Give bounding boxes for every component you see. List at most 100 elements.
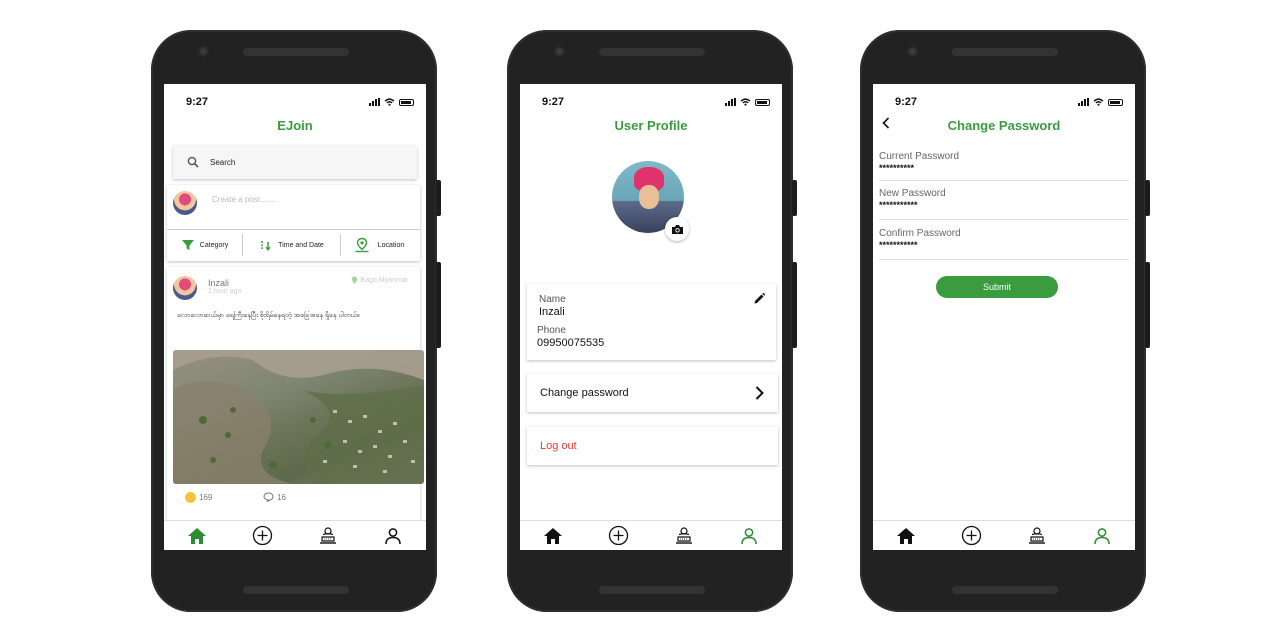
change-password-row[interactable]: Change password [527, 374, 778, 412]
logout-row[interactable]: Log out [527, 427, 778, 465]
search-bar[interactable]: Search [173, 146, 417, 179]
comment-icon [263, 492, 274, 502]
author-avatar [173, 276, 197, 300]
phone-label: Phone [537, 325, 566, 336]
profile-screen: 9:27 User Profile Name Inzali Phone 0995 [520, 84, 782, 550]
filter-time-date[interactable]: Time and Date [243, 234, 341, 256]
current-password-field[interactable]: Current Password ********** [879, 151, 1129, 181]
wifi-icon [1093, 98, 1104, 106]
create-post-input[interactable]: Create a post....... [212, 195, 276, 204]
signal-icon [1078, 98, 1089, 106]
post-text: လောလောဆယ်မှာ ရေကြီးနေပြီး စိုးရိမ်နေရတဲ့… [177, 312, 360, 319]
pin-icon [351, 276, 357, 284]
field-label: Confirm Password [879, 228, 961, 239]
status-bar: 9:27 [873, 93, 1135, 109]
status-bar: 9:27 [520, 93, 782, 109]
side-button [436, 262, 441, 348]
post-location: Bago,Myanmar [351, 276, 408, 285]
profile-info-card: Name Inzali Phone 09950075535 [527, 284, 776, 360]
name-label: Name [539, 294, 566, 305]
flood-image [173, 350, 424, 484]
wifi-icon [740, 98, 751, 106]
side-button [792, 180, 797, 216]
wifi-icon [384, 98, 395, 106]
filter-location[interactable]: Location [341, 234, 417, 256]
phone-value: 09950075535 [537, 337, 605, 349]
search-input[interactable]: Search [210, 158, 235, 167]
sad-emoji-icon [185, 492, 196, 503]
camera [907, 46, 918, 57]
tab-bar [873, 520, 1135, 550]
create-post-card: Create a post....... Category Time and D… [167, 185, 420, 261]
tab-home[interactable] [185, 524, 209, 548]
field-value: ********** [879, 163, 915, 173]
filter-category[interactable]: Category [167, 234, 243, 256]
phone-feed: 9:27 EJoin Search Create a post....... C… [151, 30, 441, 612]
tab-profile[interactable] [381, 524, 405, 548]
reaction-count[interactable]: 169 [185, 492, 212, 503]
status-time: 9:27 [186, 96, 209, 108]
search-icon [187, 156, 199, 168]
speaker [599, 48, 705, 56]
change-photo-button[interactable] [665, 217, 689, 241]
home-icon [543, 527, 562, 544]
submit-button[interactable]: Submit [936, 276, 1058, 298]
avatar-face [639, 185, 659, 209]
reaction-count-value: 169 [199, 493, 213, 502]
tab-add[interactable] [959, 524, 983, 548]
page-title: Change Password [947, 118, 1061, 133]
post-time: 1 hour ago [208, 288, 242, 295]
page-title: User Profile [614, 118, 688, 133]
comment-count-value: 16 [277, 492, 286, 502]
feed-screen: 9:27 EJoin Search Create a post....... C… [164, 84, 426, 550]
filter-label: Category [199, 241, 229, 249]
camera-icon [671, 224, 683, 234]
new-password-field[interactable]: New Password *********** [879, 188, 1129, 220]
side-button [436, 180, 441, 216]
field-label: New Password [879, 188, 946, 199]
tab-profile[interactable] [1090, 524, 1114, 548]
battery-icon [399, 98, 414, 106]
status-bar: 9:27 [164, 93, 426, 109]
phone-profile: 9:27 User Profile Name Inzali Phone 0995 [507, 30, 797, 612]
battery-icon [755, 98, 770, 106]
speaker [243, 586, 349, 594]
tab-add[interactable] [606, 524, 630, 548]
post-card: Inzali 1 hour ago Bago,Myanmar လောလောဆယ်… [167, 267, 424, 545]
status-icons [1078, 98, 1123, 106]
tab-add[interactable] [250, 524, 274, 548]
speaker [952, 48, 1058, 56]
status-icons [725, 98, 770, 106]
protest-icon [319, 526, 336, 544]
tab-protest[interactable] [672, 524, 696, 548]
filter-row: Category Time and Date Location [167, 231, 420, 259]
post-author: Inzali [208, 278, 230, 288]
tab-protest[interactable] [1025, 524, 1049, 548]
signal-icon [725, 98, 736, 106]
sort-icon [261, 241, 271, 251]
status-icons [369, 98, 414, 106]
edit-icon[interactable] [753, 292, 766, 305]
side-button [1145, 180, 1150, 216]
name-value: Inzali [539, 306, 565, 318]
protest-icon [1028, 526, 1045, 544]
comment-count[interactable]: 16 [263, 492, 286, 502]
tab-home[interactable] [541, 524, 565, 548]
chevron-right-icon [755, 386, 764, 400]
user-icon [741, 527, 757, 544]
tab-home[interactable] [894, 524, 918, 548]
speaker [952, 586, 1058, 594]
confirm-password-field[interactable]: Confirm Password *********** [879, 228, 1129, 260]
flood-photo[interactable] [173, 350, 424, 484]
tab-protest[interactable] [316, 524, 340, 548]
status-time: 9:27 [895, 96, 918, 108]
app-title: EJoin [277, 118, 313, 133]
change-password-screen: 9:27 Change Password Current Password **… [873, 84, 1135, 550]
change-password-label: Change password [540, 387, 629, 399]
user-icon [1094, 527, 1110, 544]
tab-bar [520, 520, 782, 550]
add-icon [252, 525, 272, 546]
filter-label: Location [377, 241, 405, 249]
field-label: Current Password [879, 151, 960, 162]
tab-profile[interactable] [737, 524, 761, 548]
